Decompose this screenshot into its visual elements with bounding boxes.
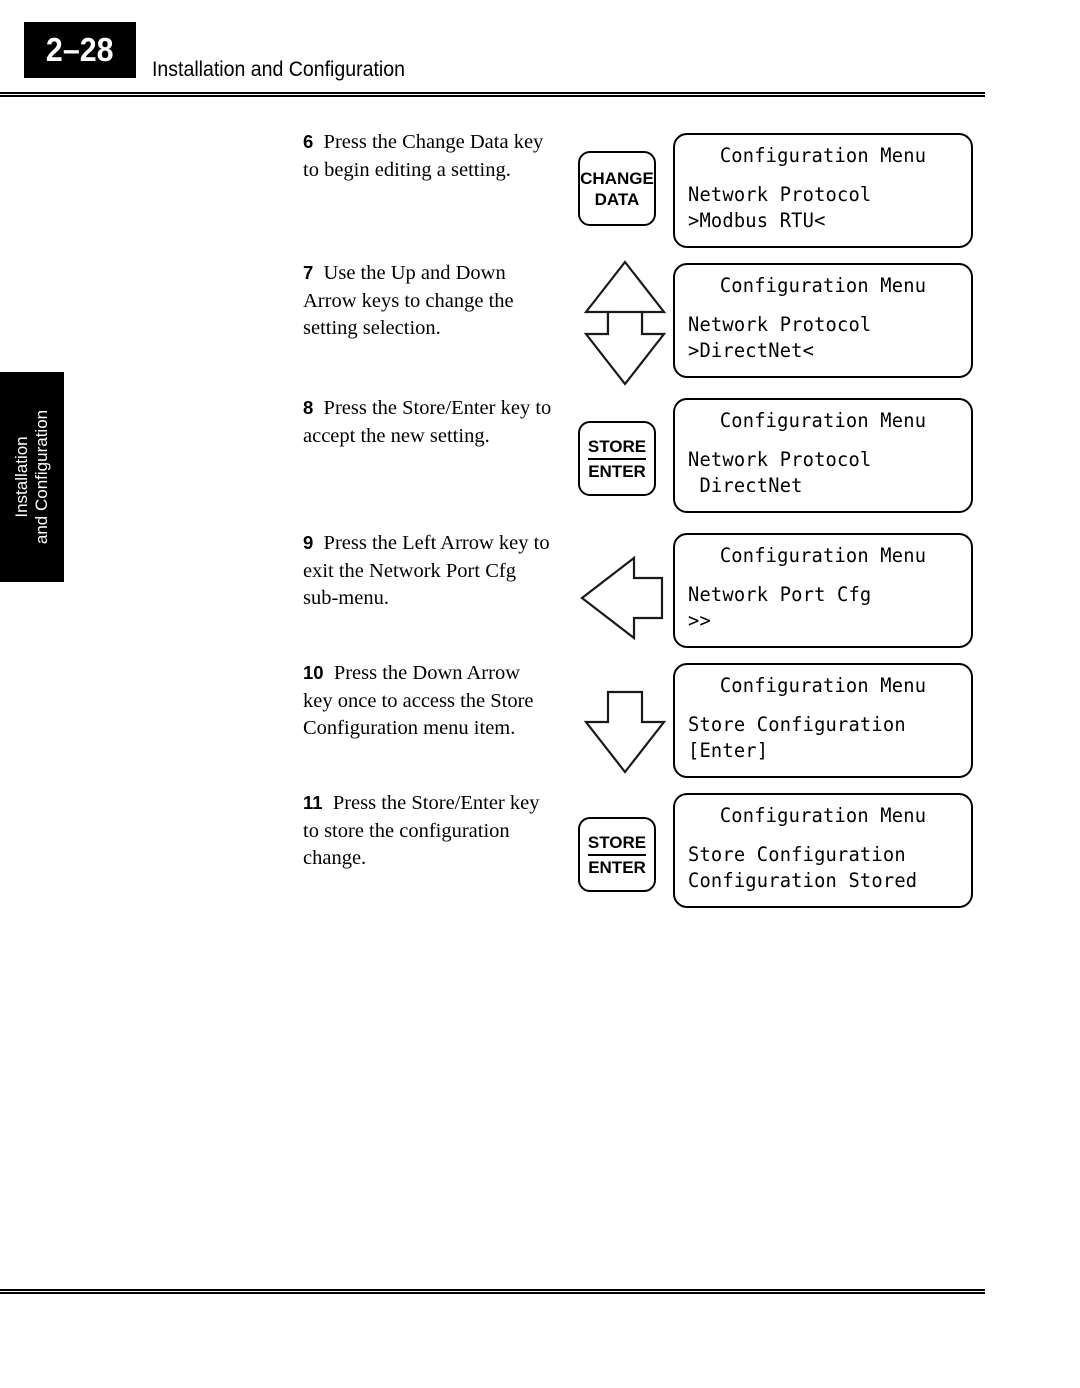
page-number-badge: 2–28 — [24, 22, 136, 78]
side-tab-line-1: Installation — [12, 436, 31, 518]
lcd-4-title: Configuration Menu — [719, 544, 927, 567]
key-store-enter-2-line-1: STORE — [587, 832, 647, 852]
step-8-number: 8 — [303, 397, 314, 418]
key-store-enter-1-line-2: ENTER — [588, 457, 646, 482]
step-7-text: Use the Up and Down Arrow keys to change… — [303, 262, 514, 339]
lcd-display-5: Configuration Menu Store Configuration [… — [673, 663, 973, 778]
lcd-1-line-1: Network Protocol — [688, 183, 872, 206]
lcd-3-line-1: Network Protocol — [688, 448, 872, 471]
key-store-enter-2-line-2: ENTER — [588, 853, 646, 878]
lcd-6-line-1: Store Configuration — [688, 843, 906, 866]
step-9-number: 9 — [303, 532, 314, 553]
lcd-2-line-2: >DirectNet< — [688, 339, 815, 362]
page-title: Installation and Configuration — [152, 58, 405, 81]
header-divider — [0, 92, 985, 97]
lcd-3-title: Configuration Menu — [719, 409, 927, 432]
step-8: 8 Press the Store/Enter key to accept th… — [303, 394, 553, 450]
lcd-2-title: Configuration Menu — [719, 274, 927, 297]
lcd-6-line-2: Configuration Stored — [688, 869, 918, 892]
key-store-enter-1-line-1: STORE — [587, 436, 647, 456]
lcd-display-4: Configuration Menu Network Port Cfg >> — [673, 533, 973, 648]
key-change-data-line-2: DATA — [594, 189, 640, 209]
step-9-text: Press the Left Arrow key to exit the Net… — [303, 532, 550, 609]
step-7-number: 7 — [303, 262, 314, 283]
page-number: 2–28 — [46, 31, 114, 68]
step-6-number: 6 — [303, 131, 314, 152]
lcd-3-line-2: DirectNet — [688, 474, 803, 497]
lcd-5-line-1: Store Configuration — [688, 713, 906, 736]
step-7: 7 Use the Up and Down Arrow keys to chan… — [303, 259, 553, 343]
key-store-enter-1[interactable]: STORE ENTER — [578, 421, 656, 496]
arrow-down-shape — [583, 310, 667, 386]
arrow-up-down-icon — [583, 260, 667, 386]
arrow-down-icon — [583, 690, 667, 774]
step-10: 10 Press the Down Arrow key once to acce… — [303, 659, 553, 743]
arrow-left-shape — [580, 555, 664, 641]
step-6-text: Press the Change Data key to begin editi… — [303, 131, 544, 181]
lcd-6-title: Configuration Menu — [719, 804, 927, 827]
key-store-enter-2[interactable]: STORE ENTER — [578, 817, 656, 892]
step-10-number: 10 — [303, 662, 324, 683]
lcd-5-title: Configuration Menu — [719, 674, 927, 697]
lcd-4-line-2: >> — [688, 609, 711, 632]
footer-divider — [0, 1289, 985, 1294]
chapter-side-tab-label: Installation and Configuration — [12, 372, 52, 582]
lcd-2-line-1: Network Protocol — [688, 313, 872, 336]
step-9: 9 Press the Left Arrow key to exit the N… — [303, 529, 553, 613]
side-tab-line-2: and Configuration — [32, 409, 51, 545]
arrow-left-icon — [580, 555, 664, 641]
step-10-text: Press the Down Arrow key once to access … — [303, 662, 534, 739]
lcd-display-2: Configuration Menu Network Protocol >Dir… — [673, 263, 973, 378]
lcd-display-6: Configuration Menu Store Configuration C… — [673, 793, 973, 908]
step-6: 6 Press the Change Data key to begin edi… — [303, 128, 553, 184]
step-11: 11 Press the Store/Enter key to store th… — [303, 789, 553, 873]
lcd-5-line-2: [Enter] — [688, 739, 769, 762]
chapter-side-tab: Installation and Configuration — [0, 372, 64, 582]
arrow-down-shape — [583, 690, 667, 774]
step-11-text: Press the Store/Enter key to store the c… — [303, 792, 540, 869]
key-change-data-line-1: CHANGE — [580, 168, 654, 188]
lcd-display-1: Configuration Menu Network Protocol >Mod… — [673, 133, 973, 248]
key-change-data[interactable]: CHANGE DATA — [578, 151, 656, 226]
lcd-1-line-2: >Modbus RTU< — [688, 209, 826, 232]
lcd-1-title: Configuration Menu — [719, 144, 927, 167]
lcd-4-line-1: Network Port Cfg — [688, 583, 872, 606]
step-11-number: 11 — [303, 792, 323, 813]
step-8-text: Press the Store/Enter key to accept the … — [303, 397, 552, 447]
lcd-display-3: Configuration Menu Network Protocol Dire… — [673, 398, 973, 513]
